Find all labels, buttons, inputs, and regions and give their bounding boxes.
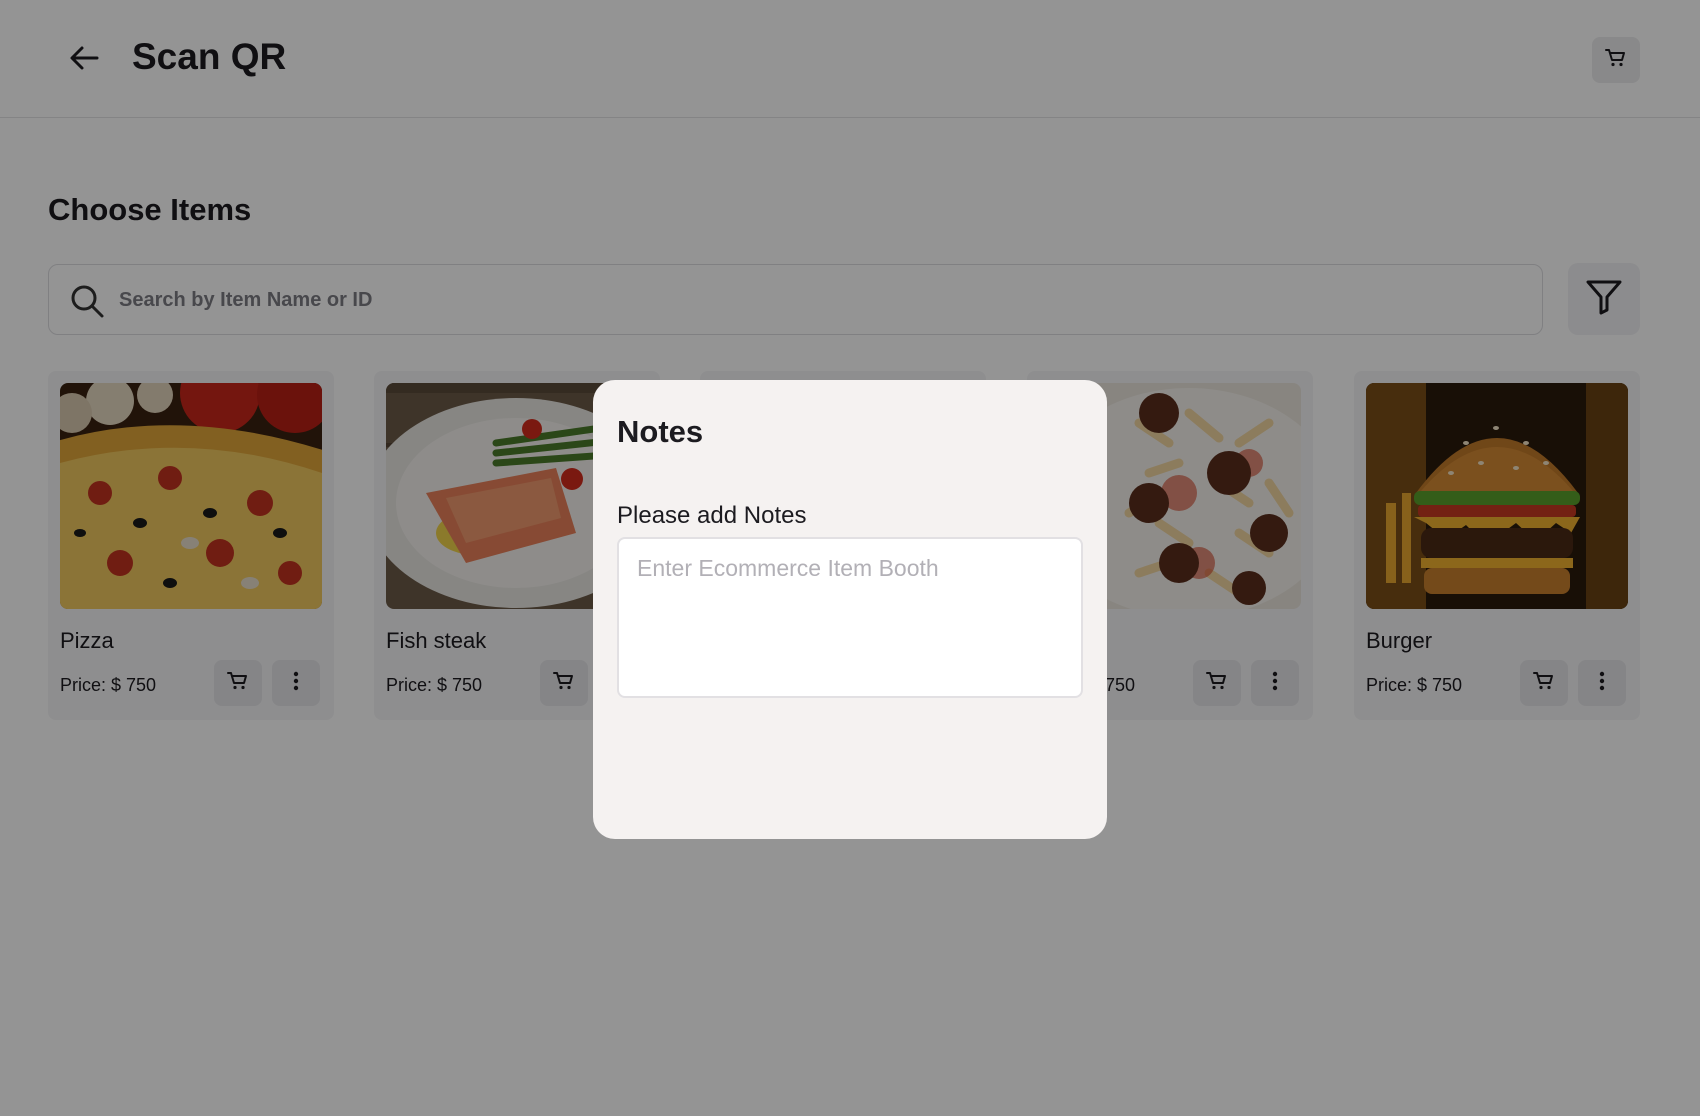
notes-dialog: Notes Please add Notes <box>593 380 1107 839</box>
notes-label: Please add Notes <box>617 502 807 529</box>
notes-input[interactable] <box>617 537 1083 698</box>
dialog-title: Notes <box>617 414 704 449</box>
